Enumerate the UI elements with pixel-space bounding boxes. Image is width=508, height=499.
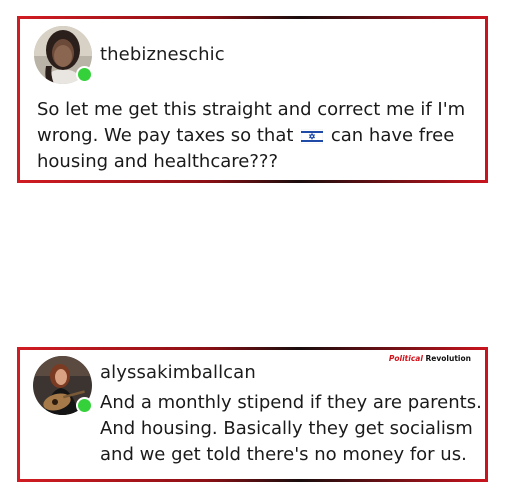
online-status-indicator: [76, 397, 93, 414]
screenshot-canvas: thebizneschic So let me get this straigh…: [0, 0, 508, 499]
username[interactable]: alyssakimballcan: [100, 362, 256, 383]
watermark-logo: Political Revolution: [389, 354, 471, 363]
post-text: And a monthly stipend if they are parent…: [100, 392, 482, 465]
online-status-indicator: [76, 66, 93, 83]
avatar[interactable]: [33, 356, 93, 415]
username[interactable]: thebizneschic: [100, 44, 225, 65]
israel-flag-icon: [301, 128, 324, 144]
avatar[interactable]: [34, 26, 93, 84]
watermark-part-1: Political: [388, 354, 423, 363]
watermark-part-2: Revolution: [422, 354, 471, 363]
post-card-alyssakimballcan: Political Revolution alyssakimballcan An…: [17, 347, 488, 482]
post-card-thebizneschic: thebizneschic So let me get this straigh…: [17, 16, 488, 183]
post-text: So let me get this straight and correct …: [37, 97, 477, 175]
